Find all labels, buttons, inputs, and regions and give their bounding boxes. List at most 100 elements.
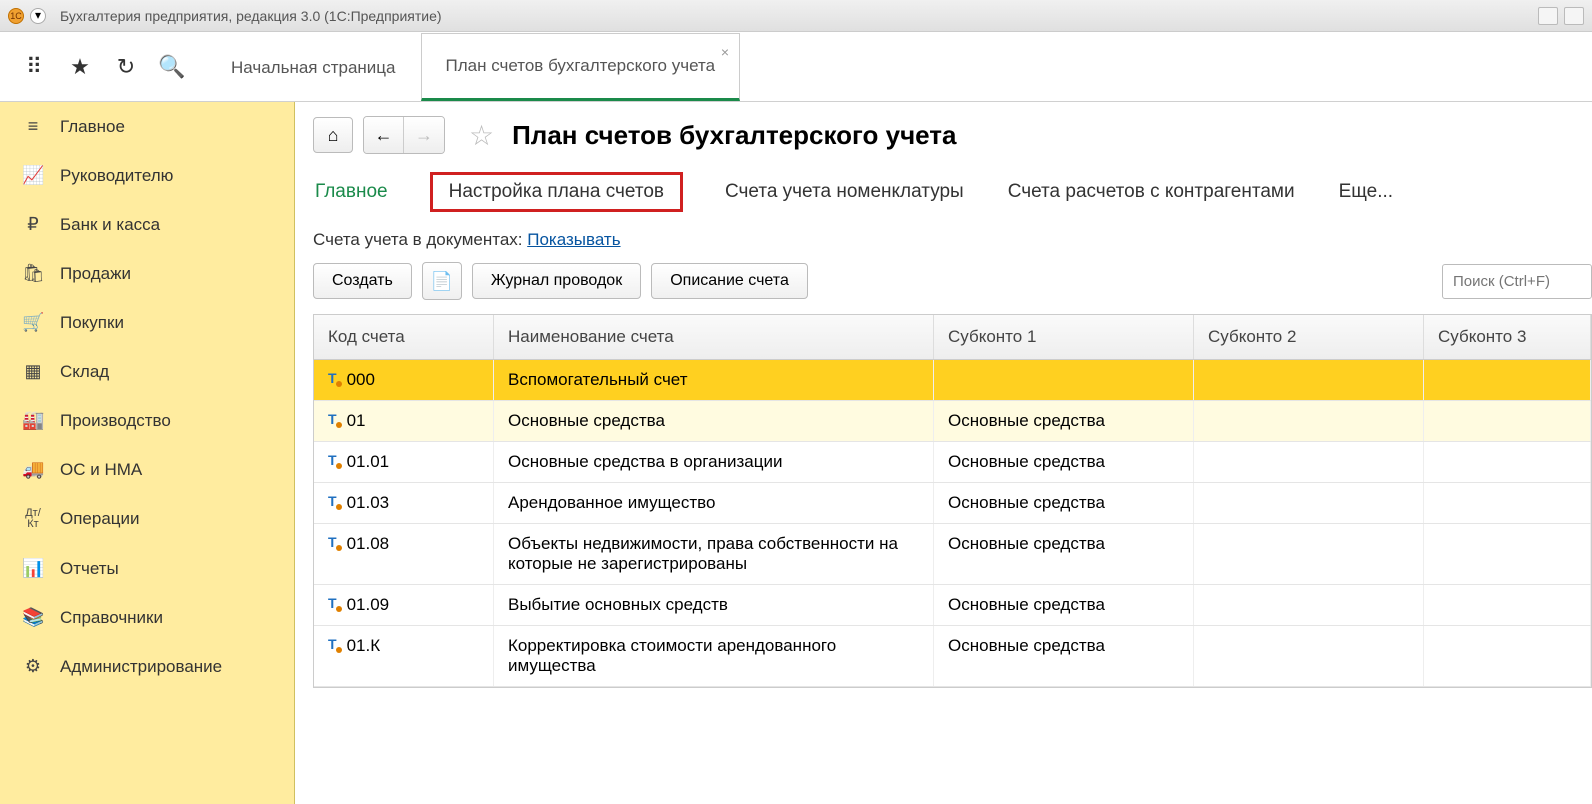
- subnav-more[interactable]: Еще...: [1337, 177, 1396, 207]
- table-row[interactable]: T 01.03 Арендованное имуществоОсновные сре…: [314, 483, 1591, 524]
- docs-show-link[interactable]: Показывать: [527, 230, 620, 249]
- window-title: Бухгалтерия предприятия, редакция 3.0 (1…: [60, 8, 1538, 24]
- subnav-main[interactable]: Главное: [313, 177, 390, 207]
- sidebar-item-assets[interactable]: 🚚ОС и НМА: [0, 445, 294, 494]
- grid-icon: ▦: [22, 361, 44, 382]
- account-code: 01.01: [347, 452, 390, 472]
- sidebar-item-label: Производство: [60, 411, 171, 431]
- docs-label: Счета учета в документах:: [313, 230, 527, 249]
- table-row[interactable]: T01.09Выбытие основных средствОсновные с…: [314, 585, 1591, 626]
- add-doc-button[interactable]: 📄: [422, 262, 462, 300]
- app-top-bar: ⠿ ★ ↻ 🔍 Начальная страница План счетов б…: [0, 32, 1592, 102]
- sidebar-item-production[interactable]: 🏭 Производство: [0, 396, 294, 445]
- bag-icon: 🛍: [22, 263, 44, 284]
- favorite-icon[interactable]: ☆: [469, 119, 494, 152]
- account-code: 01: [347, 411, 366, 431]
- account-sub2: [1194, 401, 1424, 441]
- account-sub3: [1424, 585, 1591, 625]
- description-button[interactable]: Описание счета: [651, 263, 808, 299]
- sidebar-item-sales[interactable]: 🛍Продажи: [0, 249, 294, 298]
- account-sub1: Основные средства: [934, 401, 1194, 441]
- subnav-nomenclature[interactable]: Счета учета номенклатуры: [723, 177, 966, 207]
- doc-plus-icon: 📄: [431, 271, 453, 292]
- tab-start-page[interactable]: Начальная страница: [206, 35, 421, 101]
- account-sub2: [1194, 483, 1424, 523]
- table-row[interactable]: T000Вспомогательный счет: [314, 360, 1591, 401]
- col-sub3[interactable]: Субконто 3: [1424, 315, 1591, 359]
- apps-icon[interactable]: ⠿: [20, 53, 48, 81]
- window-btn-a[interactable]: [1538, 7, 1558, 25]
- account-name: Вспомогательный счет: [494, 360, 934, 400]
- account-sub1: Основные средства: [934, 524, 1194, 584]
- sidebar-item-label: Руководителю: [60, 166, 173, 186]
- table-row[interactable]: T01.08Объекты недвижимости, права собств…: [314, 524, 1591, 585]
- sub-nav: Главное Настройка плана счетов Счета уче…: [313, 172, 1592, 212]
- sidebar-item-label: Банк и касса: [60, 215, 160, 235]
- col-sub2[interactable]: Субконто 2: [1194, 315, 1424, 359]
- sidebar-item-admin[interactable]: ⚙ Администрирование: [0, 642, 294, 691]
- account-name: Выбытие основных средств: [494, 585, 934, 625]
- bars-icon: 📊: [22, 558, 44, 579]
- chart-icon: 📈: [22, 165, 44, 186]
- account-sub1: Основные средства: [934, 585, 1194, 625]
- gear-icon: ⚙: [22, 656, 44, 677]
- sidebar-item-label: Администрирование: [60, 657, 222, 677]
- app-logo-icon: 1C: [8, 8, 24, 24]
- home-button[interactable]: ⌂: [313, 117, 353, 153]
- account-sub1: Основные средства: [934, 626, 1194, 686]
- table-row[interactable]: T01.ККорректировка стоимости арендованно…: [314, 626, 1591, 687]
- sidebar-item-label: Склад: [60, 362, 109, 382]
- menu-icon: ≡: [22, 116, 44, 137]
- forward-button: →: [404, 117, 444, 153]
- account-sub1: Основные средства: [934, 442, 1194, 482]
- account-sub3: [1424, 626, 1591, 686]
- accounts-grid: Код счета Наименование счета Субконто 1 …: [313, 314, 1592, 688]
- journal-button[interactable]: Журнал проводок: [472, 263, 641, 299]
- account-type-icon: T: [328, 411, 337, 427]
- account-type-icon: T: [328, 636, 337, 652]
- back-button[interactable]: ←: [364, 117, 404, 153]
- account-code: 01.К: [347, 636, 381, 656]
- account-code: 01.03: [347, 493, 390, 513]
- col-sub1[interactable]: Субконто 1: [934, 315, 1194, 359]
- sidebar-item-purchases[interactable]: 🛒Покупки: [0, 298, 294, 347]
- col-name[interactable]: Наименование счета: [494, 315, 934, 359]
- sidebar-item-manager[interactable]: 📈 Руководителю: [0, 151, 294, 200]
- table-row[interactable]: T01.01Основные средства в организацииОсн…: [314, 442, 1591, 483]
- sidebar-item-references[interactable]: 📚Справочники: [0, 593, 294, 642]
- account-type-icon: T: [328, 493, 337, 509]
- create-button[interactable]: Создать: [313, 263, 412, 299]
- account-name: Арендованное имущество: [494, 483, 934, 523]
- account-sub3: [1424, 401, 1591, 441]
- col-code[interactable]: Код счета: [314, 315, 494, 359]
- grid-header: Код счета Наименование счета Субконто 1 …: [314, 315, 1591, 360]
- tab-bar: Начальная страница План счетов бухгалтер…: [206, 32, 740, 101]
- sidebar-item-reports[interactable]: 📊 Отчеты: [0, 544, 294, 593]
- account-sub2: [1194, 360, 1424, 400]
- sidebar-item-operations[interactable]: Дт/КтОперации: [0, 494, 294, 544]
- sidebar-item-main[interactable]: ≡Главное: [0, 102, 294, 151]
- close-icon[interactable]: ×: [721, 44, 729, 60]
- account-sub1: Основные средства: [934, 483, 1194, 523]
- account-sub2: [1194, 442, 1424, 482]
- subnav-counterparties[interactable]: Счета расчетов с контрагентами: [1006, 177, 1297, 207]
- account-sub1: [934, 360, 1194, 400]
- star-icon[interactable]: ★: [66, 53, 94, 81]
- sidebar-item-bank[interactable]: ₽Банк и касса: [0, 200, 294, 249]
- subnav-settings[interactable]: Настройка плана счетов: [430, 172, 683, 212]
- sidebar-item-label: Отчеты: [60, 559, 119, 579]
- books-icon: 📚: [22, 607, 44, 628]
- account-name: Объекты недвижимости, права собственност…: [494, 524, 934, 584]
- account-type-icon: T: [328, 595, 337, 611]
- search-icon[interactable]: 🔍: [158, 53, 186, 81]
- history-icon[interactable]: ↻: [112, 53, 140, 81]
- sidebar-item-label: Операции: [60, 509, 140, 529]
- account-name: Основные средства в организации: [494, 442, 934, 482]
- dropdown-icon[interactable]: ▾: [30, 8, 46, 24]
- search-input[interactable]: [1442, 264, 1592, 299]
- factory-icon: 🏭: [22, 410, 44, 431]
- table-row[interactable]: T01Основные средстваОсновные средства: [314, 401, 1591, 442]
- sidebar-item-warehouse[interactable]: ▦ Склад: [0, 347, 294, 396]
- tab-chart-of-accounts[interactable]: План счетов бухгалтерского учета ×: [421, 33, 741, 101]
- window-btn-b[interactable]: [1564, 7, 1584, 25]
